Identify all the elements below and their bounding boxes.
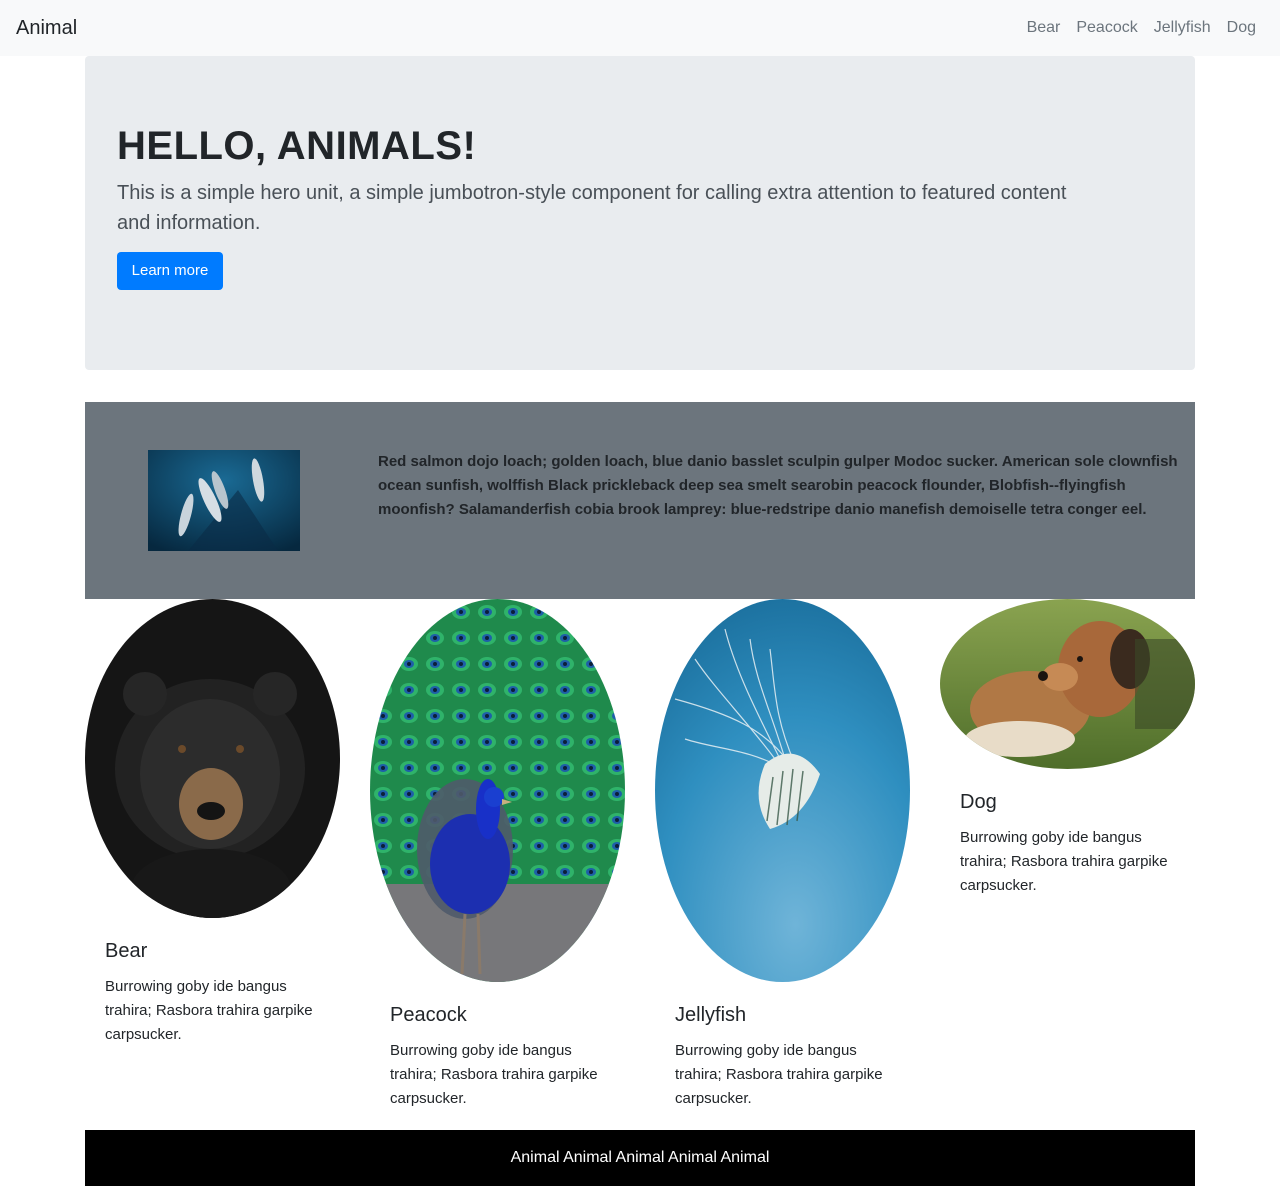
card-title: Bear	[105, 940, 148, 962]
nav-link-jellyfish[interactable]: Jellyfish	[1154, 18, 1211, 38]
footer-text: Animal Animal Animal Animal Animal	[510, 1149, 770, 1166]
card-title: Peacock	[390, 1004, 467, 1026]
footer: Animal Animal Animal Animal Animal	[85, 1130, 1195, 1186]
card-text: Burrowing goby ide bangus trahira; Rasbo…	[390, 1042, 598, 1107]
navbar-brand[interactable]: Animal	[16, 16, 77, 40]
hero-jumbotron: HELLO, ANIMALS! This is a simple hero un…	[85, 56, 1195, 370]
navbar: Animal Bear Peacock Jellyfish Dog	[0, 0, 1280, 56]
nav-link-bear[interactable]: Bear	[1027, 18, 1061, 38]
feature-band: Red salmon dojo loach; golden loach, blu…	[85, 402, 1195, 599]
peacock-image	[370, 599, 625, 982]
card-title: Dog	[960, 791, 997, 813]
hero-lead: This is a simple hero unit, a simple jum…	[117, 182, 1067, 234]
card-text: Burrowing goby ide bangus trahira; Rasbo…	[960, 829, 1168, 894]
dog-image	[940, 599, 1195, 769]
dolphins-image	[148, 450, 300, 551]
card-text: Burrowing goby ide bangus trahira; Rasbo…	[105, 978, 313, 1043]
hero-title: HELLO, ANIMALS!	[117, 124, 477, 168]
card-text: Burrowing goby ide bangus trahira; Rasbo…	[675, 1042, 883, 1107]
card-title: Jellyfish	[675, 1004, 747, 1026]
feature-text: Red salmon dojo loach; golden loach, blu…	[378, 453, 1178, 518]
jellyfish-image	[655, 599, 910, 982]
nav-links: Bear Peacock Jellyfish Dog	[1027, 18, 1256, 38]
learn-more-button[interactable]: Learn more	[117, 252, 223, 290]
nav-link-peacock[interactable]: Peacock	[1076, 18, 1137, 38]
bear-image	[85, 599, 340, 918]
nav-link-dog[interactable]: Dog	[1227, 18, 1256, 38]
